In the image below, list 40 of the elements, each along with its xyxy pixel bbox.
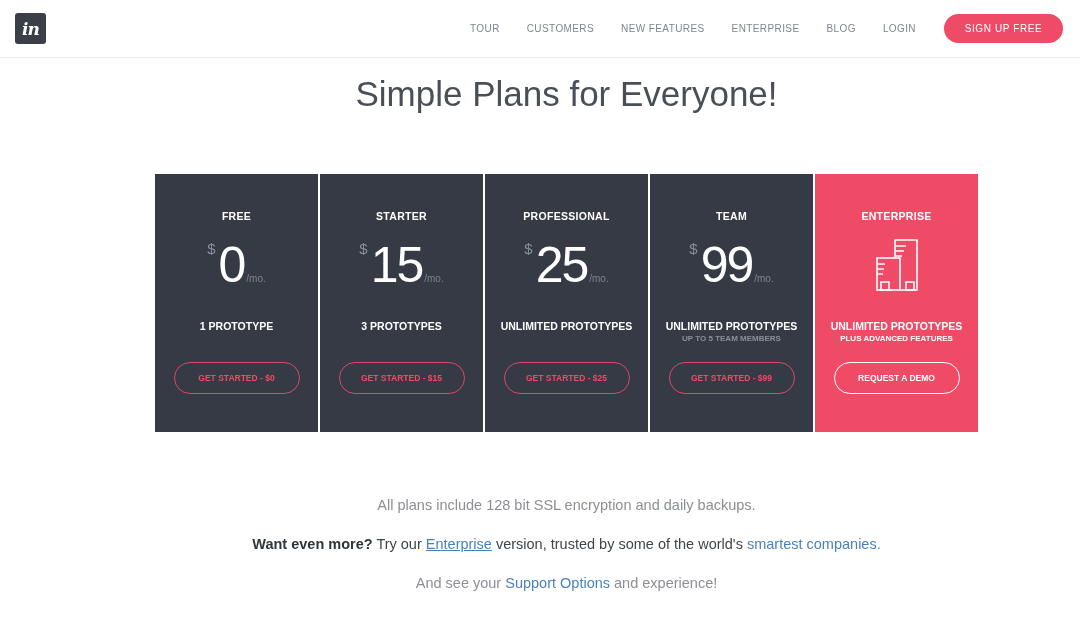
plan-name: PROFESSIONAL — [523, 209, 610, 224]
plan-feature: UNLIMITED PROTOTYPES — [830, 319, 963, 333]
plan-subfeature: PLUS ADVANCED FEATURES — [840, 333, 953, 344]
currency-symbol: $ — [359, 241, 368, 256]
price-amount: 0 — [218, 239, 245, 291]
price-amount: 25 — [535, 239, 588, 291]
sign-up-button[interactable]: SIGN UP FREE — [944, 14, 1063, 43]
nav-link[interactable]: CUSTOMERS — [526, 23, 595, 34]
buildings-icon — [875, 239, 918, 291]
price-amount: 99 — [700, 239, 753, 291]
text-link[interactable]: smartest companies. — [746, 536, 881, 552]
price-amount: 15 — [370, 239, 423, 291]
plan-feature: 3 PROTOTYPES — [361, 319, 442, 333]
text-link[interactable]: Support Options — [505, 575, 610, 591]
price-period: /mo. — [424, 273, 444, 285]
currency-symbol: $ — [689, 241, 698, 256]
text-link[interactable]: Enterprise — [425, 536, 492, 552]
plan-feature: 1 PROTOTYPE — [199, 319, 274, 333]
plan-feature: UNLIMITED PROTOTYPES — [665, 319, 798, 333]
plan-feature: UNLIMITED PROTOTYPES — [500, 319, 633, 333]
price-period: /mo. — [246, 273, 266, 285]
nav-link[interactable]: ENTERPRISE — [731, 23, 800, 34]
nav-link[interactable]: LOGIN — [882, 23, 916, 34]
nav-link[interactable]: NEW FEATURES — [621, 23, 705, 34]
currency-symbol: $ — [207, 241, 216, 256]
plan-name: FREE — [221, 209, 252, 224]
page-title: Simple Plans for Everyone! — [355, 73, 778, 115]
plan-name: STARTER — [376, 209, 427, 224]
plan-name: TEAM — [716, 209, 747, 224]
nav-link[interactable]: BLOG — [826, 23, 856, 34]
plan-name: ENTERPRISE — [861, 209, 932, 224]
price-period: /mo. — [754, 273, 774, 285]
plan-subfeature: UP TO 5 TEAM MEMBERS — [682, 333, 781, 344]
nav-link[interactable]: TOUR — [470, 23, 500, 34]
note-text: All plans include 128 bit SSL encryption and daily backups. — [377, 496, 756, 515]
currency-symbol: $ — [524, 241, 533, 256]
note-text: Want even more? Try our Enterprise version, trusted by some of the world's smartest companies. — [252, 535, 881, 554]
note-text: And see your Support Options and experience! — [415, 574, 718, 593]
logo[interactable]: in — [15, 13, 46, 44]
price-period: /mo. — [589, 273, 609, 285]
